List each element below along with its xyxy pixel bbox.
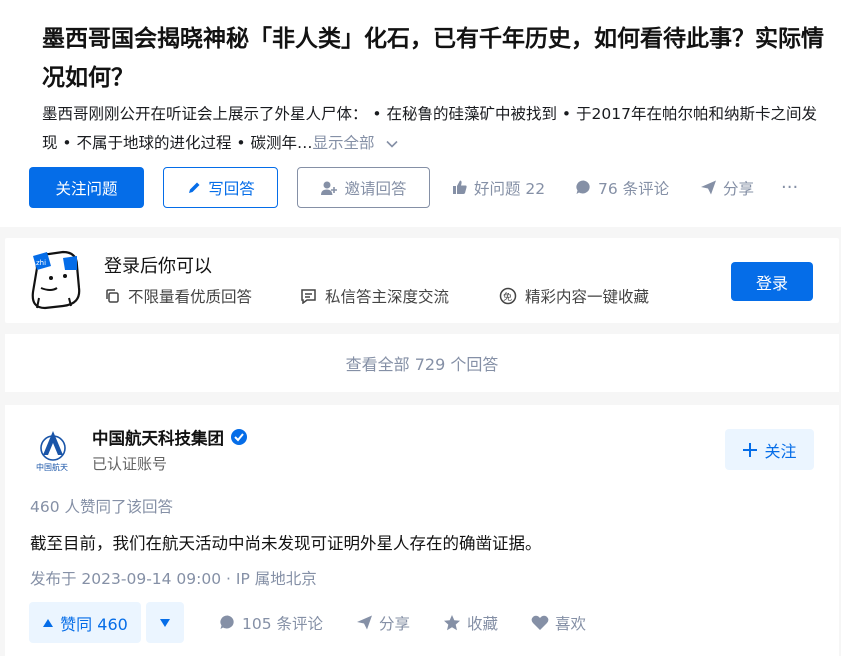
perk-label: 精彩内容一键收藏	[525, 288, 650, 306]
message-icon	[301, 289, 316, 304]
answer-comments-button[interactable]: 105 条评论	[219, 602, 323, 643]
answer-share-label: 分享	[379, 614, 411, 633]
pencil-icon	[189, 182, 200, 193]
question-title[interactable]: 墨西哥国会揭晓神秘「非人类」化石，已有千年历史，如何看待此事？实际情况如何？	[42, 20, 832, 98]
comment-icon	[220, 615, 234, 629]
svg-text:zhi: zhi	[36, 259, 46, 267]
star-icon	[444, 614, 460, 630]
thumbs-up-icon	[453, 180, 467, 194]
share-icon	[357, 615, 372, 630]
login-prompt-title: 登录后你可以	[104, 256, 212, 277]
triangle-down-icon	[160, 618, 170, 627]
question-description[interactable]: 墨西哥刚刚公开在听证会上展示了外星人尸体： • 在秘鲁的硅藻矿中被找到 • 于2…	[42, 100, 832, 158]
heart-icon	[531, 615, 549, 630]
free-badge-icon: 免	[499, 287, 517, 305]
answer-actions: 赞同 460 105 条评论 分享 收藏 喜欢	[29, 602, 829, 643]
invite-user-icon	[321, 181, 338, 195]
upvote-label: 赞同 460	[60, 614, 128, 634]
write-answer-button[interactable]: 写回答	[163, 167, 278, 208]
good-question-button[interactable]: 好问题 22	[451, 167, 545, 208]
question-comments-label: 76 条评论	[598, 179, 670, 198]
answer-card: 中国航天 中国航天科技集团 已认证账号 关注 460 人赞同了该回答 截至目前，…	[5, 405, 839, 656]
perk-collect: 免 精彩内容一键收藏	[499, 285, 649, 307]
question-share-button[interactable]: 分享	[700, 167, 754, 208]
comment-icon	[576, 180, 590, 194]
upvote-button[interactable]: 赞同 460	[29, 602, 141, 643]
zhihu-mascot-icon: zhi	[31, 250, 81, 310]
write-answer-label: 写回答	[208, 179, 255, 198]
author-subtitle: 已认证账号	[92, 455, 168, 473]
follow-author-label: 关注	[764, 441, 797, 461]
follow-author-button[interactable]: 关注	[725, 429, 814, 470]
copy-icon	[106, 289, 119, 303]
show-all-link[interactable]: 显示全部	[313, 134, 400, 152]
chevron-down-icon	[386, 140, 399, 148]
follow-question-button[interactable]: 关注问题	[29, 167, 144, 208]
verified-badge-icon	[231, 429, 247, 445]
perk-label: 私信答主深度交流	[325, 288, 450, 306]
downvote-button[interactable]	[146, 602, 184, 643]
logo-text: 中国航天	[36, 462, 68, 472]
collect-label: 收藏	[467, 614, 499, 633]
plus-icon	[743, 442, 758, 457]
answer-share-button[interactable]: 分享	[356, 602, 410, 643]
vote-count-text: 460 人赞同了该回答	[30, 498, 174, 516]
author-name[interactable]: 中国航天科技集团	[92, 425, 224, 449]
question-comments-button[interactable]: 76 条评论	[575, 167, 669, 208]
author-name-row[interactable]: 中国航天科技集团	[92, 425, 248, 449]
question-share-label: 分享	[723, 179, 755, 198]
perk-private-message: 私信答主深度交流	[300, 285, 449, 307]
like-label: 喜欢	[555, 614, 587, 633]
triangle-up-icon	[43, 618, 54, 627]
view-all-answers-button[interactable]: 查看全部 729 个回答	[5, 334, 839, 392]
login-prompt-card: zhi 登录后你可以 不限量看优质回答 私信答主深度交流 免 精彩内容一键收藏 …	[5, 238, 839, 323]
publish-time[interactable]: 发布于 2023-09-14 09:00 · IP 属地北京	[30, 567, 317, 589]
question-description-text: 墨西哥刚刚公开在听证会上展示了外星人尸体： • 在秘鲁的硅藻矿中被找到 • 于2…	[42, 105, 817, 152]
answer-comments-label: 105 条评论	[242, 614, 324, 633]
login-button[interactable]: 登录	[731, 262, 813, 301]
good-question-label: 好问题 22	[474, 179, 546, 198]
cast-logo-icon[interactable]: 中国航天	[32, 427, 74, 473]
collect-button[interactable]: 收藏	[443, 602, 498, 643]
question-card: 墨西哥国会揭晓神秘「非人类」化石，已有千年历史，如何看待此事？实际情况如何？ 墨…	[0, 0, 841, 227]
answer-content[interactable]: 截至目前，我们在航天活动中尚未发现可证明外星人存在的确凿证据。	[30, 530, 542, 554]
share-icon	[701, 180, 716, 195]
perk-unlimited-answers: 不限量看优质回答	[104, 285, 252, 307]
question-actions: 关注问题 写回答 邀请回答 好问题 22 76 条评论 分享 ···	[29, 167, 841, 208]
more-options-button[interactable]: ···	[781, 167, 798, 208]
show-all-label: 显示全部	[312, 134, 375, 152]
like-button[interactable]: 喜欢	[531, 602, 586, 643]
svg-text:免: 免	[503, 291, 512, 303]
invite-answer-label: 邀请回答	[344, 179, 407, 198]
perk-label: 不限量看优质回答	[128, 288, 253, 306]
invite-answer-button[interactable]: 邀请回答	[297, 167, 430, 208]
